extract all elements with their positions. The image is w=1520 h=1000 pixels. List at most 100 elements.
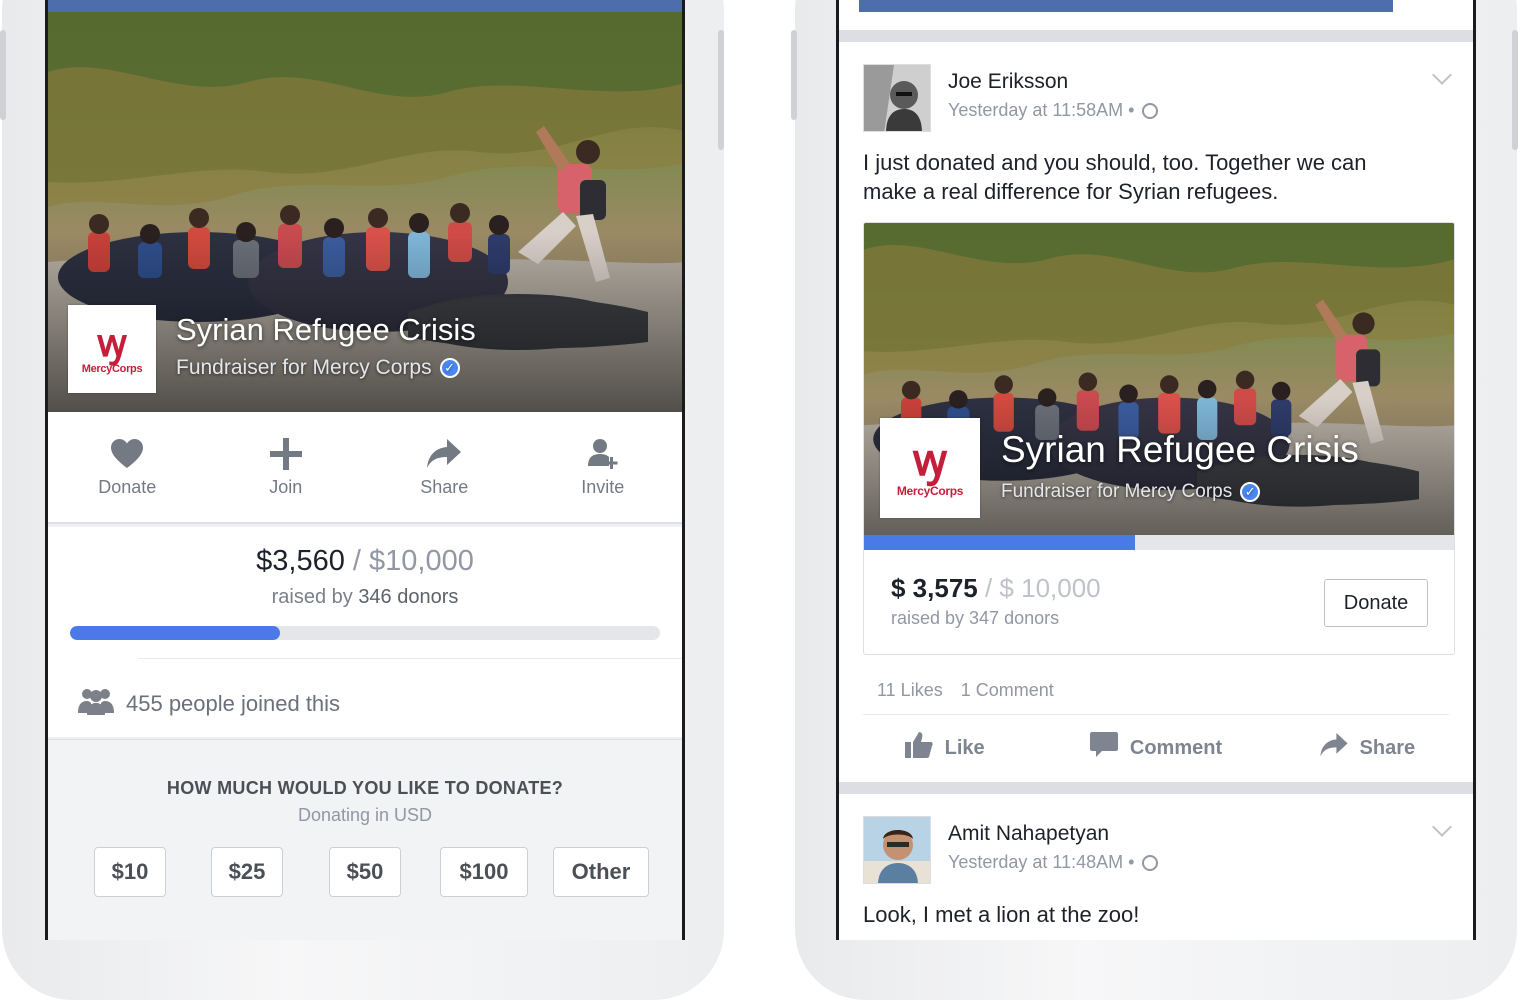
invite-action-label: Invite xyxy=(581,476,625,497)
left-screen: ꝡ MercyCorps Syrian Refugee Crisis Fundr… xyxy=(45,0,685,940)
fundraiser-cover-photo: ꝡ MercyCorps Syrian Refugee Crisis Fundr… xyxy=(48,12,682,412)
post-reaction-bar: Like Comment Share xyxy=(839,718,1473,778)
engagement-counts: 11 Likes 1 Comment xyxy=(877,680,1054,701)
post-author-name[interactable]: Joe Eriksson xyxy=(948,70,1068,94)
share-arrow-icon xyxy=(1319,733,1348,763)
avatar[interactable] xyxy=(863,64,931,132)
add-person-icon xyxy=(587,437,618,471)
amount-50-button[interactable]: $50 xyxy=(329,847,401,897)
globe-icon xyxy=(1142,102,1159,119)
post-text: I just donated and you should, too. Toge… xyxy=(863,150,1367,204)
thumbs-up-icon xyxy=(904,732,933,764)
fundraiser-org-name[interactable]: Fundraiser for Mercy Corps xyxy=(176,356,432,380)
divider xyxy=(863,714,1449,715)
chevron-down-icon[interactable] xyxy=(1432,65,1452,85)
logo-text: MercyCorps xyxy=(896,484,964,498)
post-timestamp[interactable]: Yesterday at 11:48AM • xyxy=(948,852,1159,873)
amount-goal: $10,000 xyxy=(369,545,474,577)
comment-button[interactable]: Comment xyxy=(1050,718,1261,778)
share-button[interactable]: Share xyxy=(1262,718,1473,778)
likes-count[interactable]: 11 Likes xyxy=(877,680,943,701)
comment-label: Comment xyxy=(1129,736,1223,759)
like-label: Like xyxy=(944,736,985,759)
progress-bar xyxy=(70,626,660,640)
card-fundraiser-subtitle: Fundraiser for Mercy Corps ✓ xyxy=(1001,481,1261,503)
people-joined-row[interactable]: 455 people joined this xyxy=(78,687,340,721)
feed-separator xyxy=(839,30,1473,42)
raised-by-prefix: raised by xyxy=(271,586,359,608)
amount-100-button[interactable]: $100 xyxy=(440,847,528,897)
phone-power-button-right xyxy=(1512,30,1518,150)
news-feed-top xyxy=(839,0,1473,30)
feed-post: Joe Eriksson Yesterday at 11:58AM • I ju… xyxy=(839,42,1473,782)
fundraiser-progress-card: $3,560 / $10,000 raised by 346 donors 45… xyxy=(48,527,682,737)
chevron-down-icon[interactable] xyxy=(1432,817,1452,837)
people-group-icon xyxy=(78,687,114,721)
post-timestamp[interactable]: Yesterday at 11:58AM • xyxy=(948,100,1159,121)
mercy-corps-mark-icon: ꝡ xyxy=(912,435,948,486)
shared-fundraiser-card[interactable]: ꝡ MercyCorps Syrian Refugee Crisis Fundr… xyxy=(863,222,1455,655)
amount-other-button[interactable]: Other xyxy=(553,847,649,897)
navigation-bar xyxy=(859,0,1393,12)
card-amount-raised: $ 3,575 xyxy=(891,573,978,603)
donate-action-button[interactable]: Donate xyxy=(48,412,207,522)
donation-amount-picker: HOW MUCH WOULD YOU LIKE TO DONATE? Donat… xyxy=(48,739,682,940)
comments-count[interactable]: 1 Comment xyxy=(961,680,1054,701)
phone-volume-button xyxy=(0,30,6,120)
card-progress-bar-fill xyxy=(864,535,1136,550)
mercy-corps-logo[interactable]: ꝡ MercyCorps xyxy=(68,305,156,393)
post-time-text: Yesterday at 11:58AM • xyxy=(948,100,1135,120)
amount-raised-line: $3,560 / $10,000 xyxy=(48,545,682,578)
fundraiser-subtitle[interactable]: Fundraiser for Mercy Corps ✓ xyxy=(176,356,460,380)
shared-fundraiser-photo: ꝡ MercyCorps Syrian Refugee Crisis Fundr… xyxy=(864,223,1454,535)
share-action-button[interactable]: Share xyxy=(365,412,524,522)
amount-raised: $3,560 xyxy=(256,545,345,577)
verified-badge-icon: ✓ xyxy=(439,358,460,378)
card-fundraiser-title: Syrian Refugee Crisis xyxy=(1001,429,1359,470)
avatar[interactable] xyxy=(863,816,931,884)
donor-count-link[interactable]: 346 donors xyxy=(358,586,458,608)
currency-note: Donating in USD xyxy=(297,805,433,825)
navigation-bar xyxy=(48,0,682,12)
card-amount-goal: $ 10,000 xyxy=(999,573,1101,603)
feed-separator xyxy=(839,782,1473,794)
amount-separator: / xyxy=(344,545,370,577)
phone-power-button xyxy=(718,30,724,150)
share-label: Share xyxy=(1359,736,1416,759)
post-time-text: Yesterday at 11:48AM • xyxy=(948,852,1135,872)
donate-action-label: Donate xyxy=(98,476,157,497)
post-author-name[interactable]: Amit Nahapetyan xyxy=(948,822,1109,846)
share-action-label: Share xyxy=(420,476,469,497)
logo-text: MercyCorps xyxy=(81,363,143,375)
action-bar: Donate Join Share Invite xyxy=(48,412,682,524)
join-action-label: Join xyxy=(269,476,303,497)
amit-avatar-photo xyxy=(864,817,930,883)
mercy-corps-mark-icon: ꝡ xyxy=(97,320,127,365)
card-amount-separator: / xyxy=(977,573,1000,603)
heart-icon xyxy=(111,437,144,471)
feed-post: Amit Nahapetyan Yesterday at 11:48AM • L… xyxy=(839,794,1473,940)
people-joined-text: 455 people joined this xyxy=(126,691,341,716)
like-button[interactable]: Like xyxy=(839,718,1050,778)
verified-badge-icon: ✓ xyxy=(1240,482,1261,502)
donate-question: HOW MUCH WOULD YOU LIKE TO DONATE? xyxy=(166,778,564,798)
post-text: Look, I met a lion at the zoo! xyxy=(863,902,1140,927)
plus-icon xyxy=(269,437,302,471)
divider xyxy=(138,658,682,659)
right-screen: Joe Eriksson Yesterday at 11:58AM • I ju… xyxy=(836,0,1476,940)
card-amount-line: $ 3,575 / $ 10,000 xyxy=(891,573,1101,604)
card-org-name: Fundraiser for Mercy Corps xyxy=(1001,481,1233,502)
donate-button[interactable]: Donate xyxy=(1324,579,1428,627)
amount-10-button[interactable]: $10 xyxy=(94,847,166,897)
mercy-corps-logo: ꝡ MercyCorps xyxy=(880,418,980,518)
progress-bar-fill xyxy=(70,626,281,640)
share-arrow-icon xyxy=(427,437,462,471)
invite-action-button[interactable]: Invite xyxy=(524,412,683,522)
raised-by-text: raised by 346 donors xyxy=(48,586,682,609)
join-action-button[interactable]: Join xyxy=(207,412,366,522)
card-progress-bar xyxy=(864,535,1454,550)
amount-25-button[interactable]: $25 xyxy=(211,847,283,897)
phone-volume-button-right xyxy=(791,30,797,120)
fundraiser-title[interactable]: Syrian Refugee Crisis xyxy=(176,312,476,348)
joe-avatar-photo xyxy=(864,65,930,131)
